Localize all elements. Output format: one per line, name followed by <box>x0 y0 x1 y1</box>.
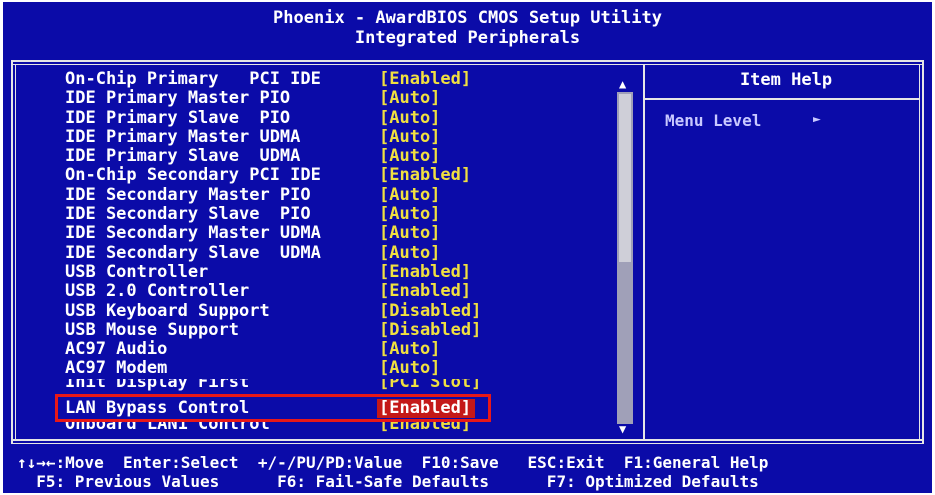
setting-label: USB Keyboard Support <box>65 300 270 321</box>
setting-value[interactable]: [Disabled] <box>379 320 481 340</box>
item-help-title: Item Help <box>739 70 833 90</box>
setting-label: USB Controller <box>65 261 209 282</box>
setting-value[interactable]: [Auto] <box>379 127 440 147</box>
frame-bottom-line <box>11 439 924 441</box>
setting-label: USB Mouse Support <box>65 319 239 340</box>
setting-label: IDE Primary Slave PIO <box>65 107 291 128</box>
frame-bottom-inner-line <box>11 443 924 444</box>
setting-label: IDE Primary Slave UDMA <box>65 146 301 167</box>
setting-value[interactable]: [Auto] <box>379 243 440 263</box>
setting-value[interactable]: [Auto] <box>379 359 440 378</box>
setting-label: IDE Primary Master PIO <box>65 88 291 109</box>
setting-label: Init Display First <box>65 378 250 392</box>
setting-label: AC97 Audio <box>65 339 168 360</box>
setting-label: IDE Secondary Master UDMA <box>65 223 321 244</box>
settings-row[interactable]: IDE Primary Master UDMA [Auto] <box>65 126 625 147</box>
setting-value[interactable]: [Auto] <box>379 108 440 128</box>
panel-divider-line <box>643 64 645 440</box>
settings-row[interactable]: IDE Primary Slave UDMA [Auto] <box>65 147 625 166</box>
footer-keys-line2: F5: Previous Values F6: Fail-Safe Defaul… <box>17 472 759 491</box>
settings-row[interactable]: IDE Secondary Master UDMA [Auto] <box>65 224 625 243</box>
setting-label: AC97 Modem <box>65 358 168 379</box>
settings-row[interactable]: AC97 Modem [Auto] <box>65 359 625 378</box>
page-title: Integrated Peripherals <box>354 28 581 48</box>
setting-label: USB 2.0 Controller <box>65 281 250 302</box>
settings-row[interactable]: IDE Secondary Slave PIO [Auto] <box>65 205 625 224</box>
setting-value[interactable]: [Enabled] <box>379 70 471 89</box>
setting-value[interactable]: [Auto] <box>379 185 440 205</box>
frame-right-inner-line <box>919 64 920 440</box>
settings-row[interactable]: USB Keyboard Support [Disabled] <box>65 300 625 321</box>
scroll-up-arrow-icon[interactable]: ▲ <box>619 77 626 91</box>
scrollbar-thumb[interactable] <box>619 94 631 262</box>
frame-top-inner-line <box>11 64 924 65</box>
frame-top-line <box>11 60 924 62</box>
setting-label: IDE Secondary Slave UDMA <box>65 242 321 263</box>
setting-value[interactable]: [Enabled] <box>379 166 471 185</box>
footer-keys-line1: ↑↓→←:Move Enter:Select +/-/PU/PD:Value F… <box>17 453 769 472</box>
setting-value[interactable]: [Auto] <box>379 147 440 166</box>
settings-row-partial[interactable]: Init Display First [PCI Slot] <box>65 379 625 393</box>
menu-level-label: Menu Level <box>665 111 762 130</box>
frame-left-inner-line <box>15 64 16 440</box>
settings-row[interactable]: AC97 Audio [Auto] <box>65 340 625 359</box>
setting-value[interactable]: [Auto] <box>379 205 440 224</box>
settings-row[interactable]: IDE Secondary Slave UDMA [Auto] <box>65 242 625 263</box>
settings-list: On-Chip Primary PCI IDE [Enabled] IDE Pri… <box>65 70 625 433</box>
help-divider-line <box>645 98 920 100</box>
settings-row[interactable]: USB 2.0 Controller [Enabled] <box>65 282 625 301</box>
settings-row[interactable]: USB Mouse Support [Disabled] <box>65 319 625 340</box>
scroll-down-arrow-icon[interactable]: ▼ <box>619 422 626 436</box>
settings-row[interactable]: IDE Secondary Master PIO [Auto] <box>65 184 625 205</box>
setting-value[interactable]: [PCI Slot] <box>379 379 481 392</box>
bios-screen: Phoenix - AwardBIOS CMOS Setup Utility I… <box>3 2 932 493</box>
settings-row[interactable]: IDE Primary Master PIO [Auto] <box>65 89 625 108</box>
settings-row[interactable]: USB Controller [Enabled] <box>65 261 625 282</box>
setting-label: IDE Secondary Slave PIO <box>65 204 311 225</box>
frame-left-line <box>11 60 13 444</box>
title-bar: Phoenix - AwardBIOS CMOS Setup Utility I… <box>3 2 932 64</box>
setting-label: On-Chip Primary PCI IDE <box>65 69 321 89</box>
setting-label: IDE Primary Master UDMA <box>65 126 301 147</box>
settings-row[interactable]: IDE Primary Slave PIO [Auto] <box>65 107 625 128</box>
setting-label: IDE Secondary Master PIO <box>65 184 311 205</box>
setting-value[interactable]: [Enabled] <box>379 262 471 282</box>
highlight-annotation-box <box>55 394 491 422</box>
settings-row[interactable]: On-Chip Primary PCI IDE [Enabled] <box>65 70 625 89</box>
frame-right-line <box>922 60 924 444</box>
menu-level-arrow-icon: ► <box>813 112 821 127</box>
utility-title: Phoenix - AwardBIOS CMOS Setup Utility <box>273 8 662 28</box>
setting-value[interactable]: [Enabled] <box>379 282 471 301</box>
setting-value[interactable]: [Auto] <box>379 340 440 359</box>
setting-value[interactable]: [Disabled] <box>379 301 481 321</box>
settings-row[interactable]: On-Chip Secondary PCI IDE [Enabled] <box>65 166 625 185</box>
setting-value[interactable]: [Auto] <box>379 89 440 108</box>
setting-value[interactable]: [Auto] <box>379 224 440 243</box>
setting-label: On-Chip Secondary PCI IDE <box>65 165 321 186</box>
